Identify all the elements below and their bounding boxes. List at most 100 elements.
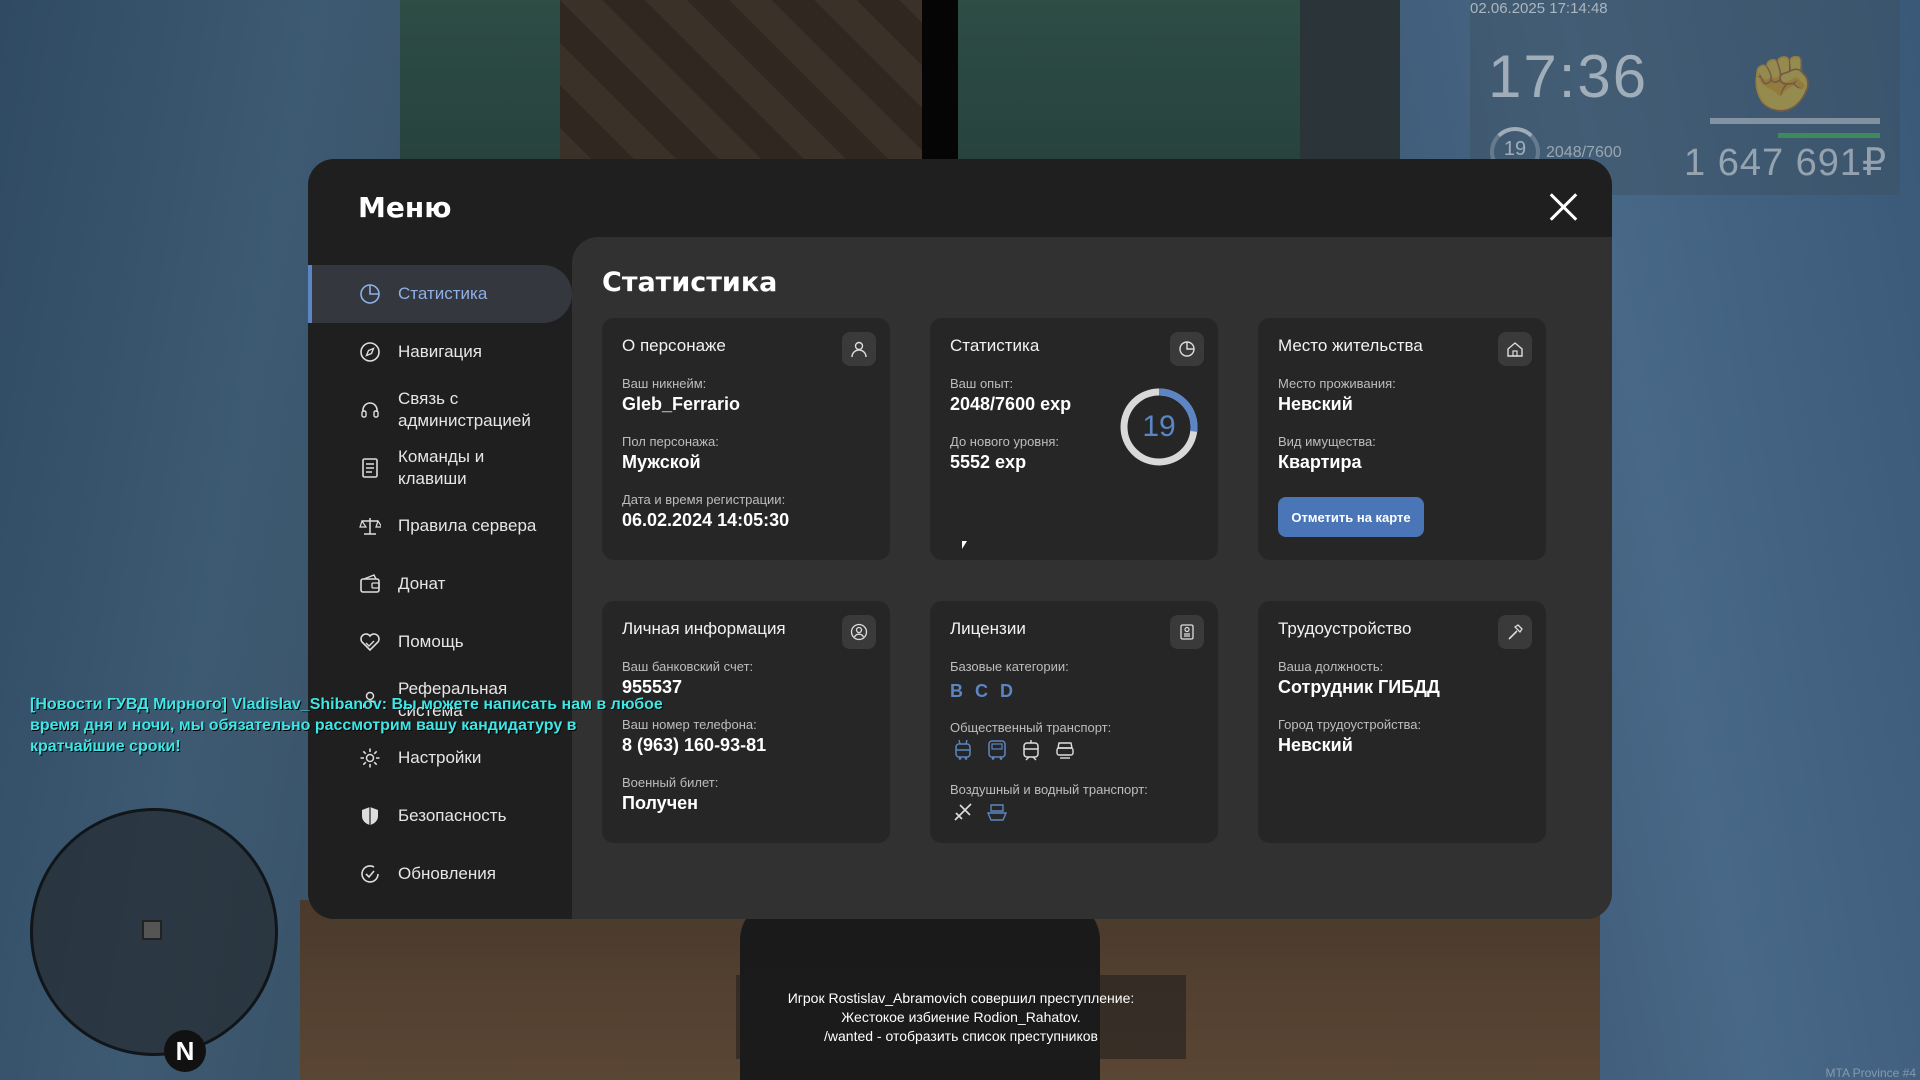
air-water-transport-icons	[950, 799, 1010, 825]
field-label: Общественный транспорт:	[950, 720, 1112, 735]
plane-icon	[950, 799, 976, 825]
hud-clock: 17:36	[1488, 43, 1649, 110]
trolleybus-icon	[950, 737, 976, 763]
mark-on-map-button[interactable]: Отметить на карте	[1278, 497, 1424, 537]
card-character: О персонаже Ваш никнейм: Gleb_Ferrario П…	[602, 318, 890, 560]
field-label: До нового уровня:	[950, 434, 1060, 449]
card-title: Статистика	[950, 336, 1040, 355]
field-label: Ваш банковский счет:	[622, 659, 754, 674]
license-card-icon	[1170, 615, 1204, 649]
field-label: Ваша должность:	[1278, 659, 1384, 674]
headset-icon	[358, 398, 382, 422]
card-title: Место жительства	[1278, 336, 1423, 355]
gender-value: Мужской	[622, 452, 701, 472]
wallet-icon	[358, 572, 382, 596]
sidebar-item-label: Помощь	[398, 632, 464, 651]
field-label: Дата и время регистрации:	[622, 492, 786, 507]
sidebar-item-label: Безопасность	[398, 806, 507, 825]
hud-level: 19	[1503, 138, 1527, 160]
card-title: О персонаже	[622, 336, 726, 355]
sidebar-item-security[interactable]: Безопасность	[308, 787, 572, 845]
field-label: Ваш опыт:	[950, 376, 1014, 391]
close-button[interactable]	[1546, 189, 1582, 225]
sidebar: Статистика Навигация Связь с администрац…	[308, 265, 572, 903]
sidebar-item-commands[interactable]: Команды и клавиши	[308, 439, 572, 497]
sidebar-item-label: Статистика	[398, 284, 488, 303]
notice-line: Жестокое избиение Rodion_Rahatov.	[841, 1009, 1081, 1025]
notice-line: Игрок Rostislav_Abramovich совершил прес…	[787, 990, 1135, 1006]
user-icon	[842, 332, 876, 366]
license-categories: B C D	[950, 681, 1013, 702]
field-label: Базовые категории:	[950, 659, 1069, 674]
boat-icon	[984, 799, 1010, 825]
shield-icon	[358, 804, 382, 828]
content-area: Статистика О персонаже Ваш никнейм: Gleb…	[572, 237, 1612, 919]
handshake-heart-icon	[358, 630, 382, 654]
sidebar-item-admin-contact[interactable]: Связь с администрацией	[308, 381, 572, 439]
field-label: Пол персонажа:	[622, 434, 719, 449]
level-progress-ring: 19	[1118, 386, 1200, 468]
field-label: Вид имущества:	[1278, 434, 1376, 449]
fist-icon: ✊	[1748, 52, 1816, 115]
sidebar-item-label: Донат	[398, 574, 446, 593]
server-watermark: MTA Province #4	[1825, 1066, 1916, 1080]
scales-icon	[358, 514, 382, 538]
field-label: Ваш никнейм:	[622, 376, 707, 391]
refresh-check-icon	[358, 862, 382, 886]
field-label: Воздушный и водный транспорт:	[950, 782, 1148, 797]
field-label: Место проживания:	[1278, 376, 1396, 391]
map-marker-icon	[142, 920, 162, 940]
job-city-value: Невский	[1278, 735, 1353, 755]
level-value: 19	[1142, 410, 1176, 443]
field-label: Военный билет:	[622, 775, 719, 790]
house-icon	[1498, 332, 1532, 366]
hud-health-bar	[1710, 118, 1880, 124]
military-id-value: Получен	[622, 793, 699, 813]
sidebar-item-navigation[interactable]: Навигация	[308, 323, 572, 381]
notice-line: /wanted - отобразить список преступников	[824, 1028, 1098, 1044]
card-licenses: Лицензии Базовые категории: B C D Общест…	[930, 601, 1218, 843]
property-value: Квартира	[1278, 452, 1362, 472]
card-employment: Трудоустройство Ваша должность: Сотрудни…	[1258, 601, 1546, 843]
world-floor-tiles	[560, 0, 940, 170]
license-category-c: C	[975, 681, 988, 701]
residence-value: Невский	[1278, 394, 1353, 414]
bus-icon	[984, 737, 1010, 763]
sidebar-item-updates[interactable]: Обновления	[308, 845, 572, 903]
world-pole	[922, 0, 958, 160]
north-indicator: N	[164, 1030, 206, 1072]
public-transport-icons	[950, 737, 1078, 763]
crime-notice: Игрок Rostislav_Abramovich совершил прес…	[736, 975, 1186, 1059]
document-icon	[358, 456, 382, 480]
user-circle-icon	[842, 615, 876, 649]
license-category-b: B	[950, 681, 963, 701]
sidebar-item-statistics[interactable]: Статистика	[308, 265, 572, 323]
sidebar-item-label: Связь с администрацией	[398, 389, 531, 430]
page-title: Статистика	[602, 267, 778, 298]
sidebar-item-donate[interactable]: Донат	[308, 555, 572, 613]
hud-armor-bar	[1778, 133, 1880, 138]
card-residence: Место жительства Место проживания: Невск…	[1258, 318, 1546, 560]
sidebar-item-label: Навигация	[398, 342, 482, 361]
card-title: Лицензии	[950, 619, 1026, 638]
nickname-value: Gleb_Ferrario	[622, 394, 741, 414]
sidebar-item-help[interactable]: Помощь	[308, 613, 572, 671]
menu-title: Меню	[358, 191, 452, 224]
mouse-cursor	[962, 541, 967, 549]
reg-date-value: 06.02.2024 14:05:30	[622, 510, 790, 530]
card-statistics: Статистика Ваш опыт: 2048/7600 exp До но…	[930, 318, 1218, 560]
chat-message: [Новости ГУВД Мирного] Vladislav_Shibano…	[30, 696, 663, 755]
hammer-icon	[1498, 615, 1532, 649]
compass-icon	[358, 340, 382, 364]
pie-chart-icon	[358, 282, 382, 306]
field-label: Город трудоустройства:	[1278, 717, 1422, 732]
tram-icon	[1018, 737, 1044, 763]
job-position-value: Сотрудник ГИБДД	[1278, 677, 1440, 697]
hud-datetime: 02.06.2025 17:14:48	[1470, 0, 1608, 17]
card-title: Личная информация	[622, 619, 786, 638]
license-category-d: D	[1000, 681, 1013, 701]
sidebar-item-label: Команды и клавиши	[398, 447, 485, 488]
sidebar-item-rules[interactable]: Правила сервера	[308, 497, 572, 555]
next-level-value: 5552 exp	[950, 452, 1027, 472]
exp-value: 2048/7600 exp	[950, 394, 1072, 414]
